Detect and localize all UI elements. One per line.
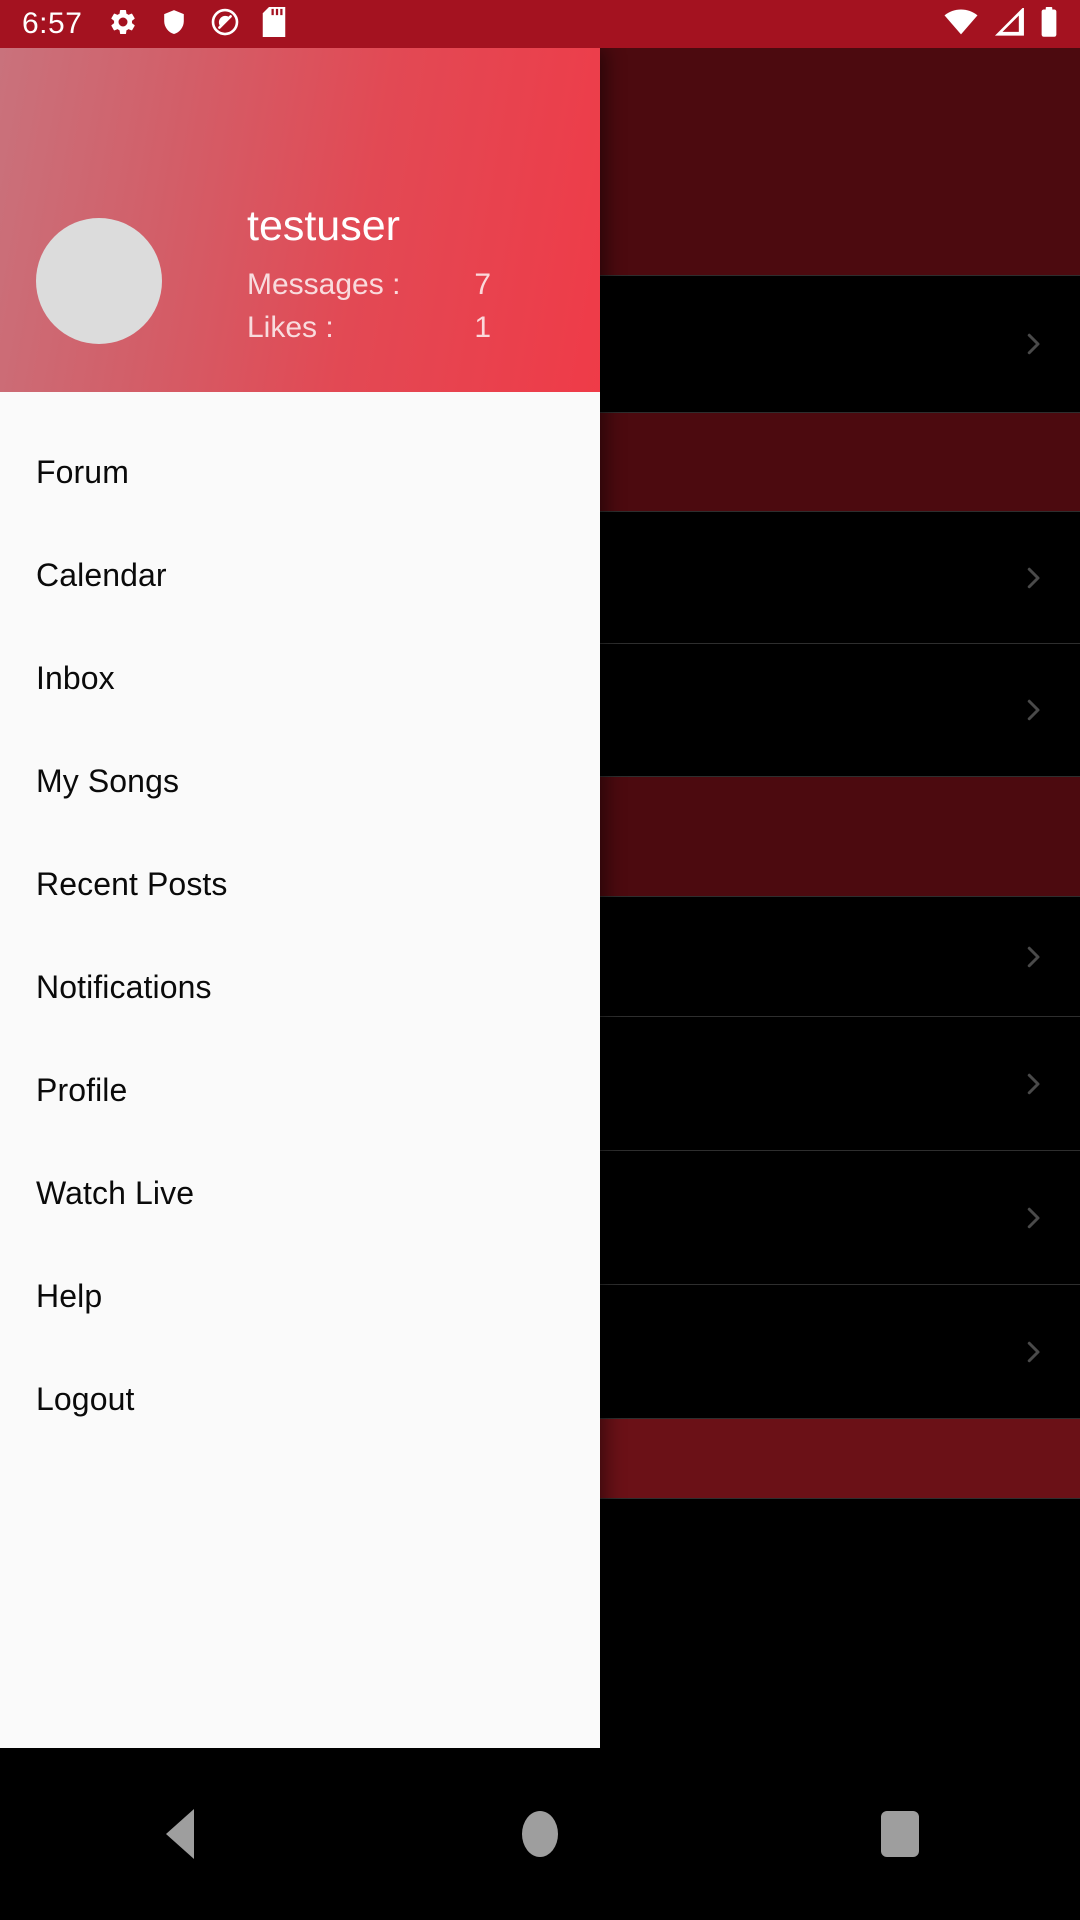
drawer-menu-item-label: My Songs bbox=[36, 762, 180, 799]
status-clock: 6:57 bbox=[22, 7, 83, 40]
phone-screen: 6:57 testuser Messages: 7 Likes: 1 For… bbox=[0, 0, 1080, 1920]
cellular-signal-icon bbox=[994, 6, 1024, 41]
drawer-menu-item-label: Notifications bbox=[36, 968, 212, 1005]
shield-icon bbox=[160, 7, 188, 42]
back-button[interactable] bbox=[95, 1784, 265, 1884]
likes-value: 1 bbox=[474, 310, 491, 344]
drawer-menu-item-logout[interactable]: Logout bbox=[0, 1347, 600, 1450]
drawer-menu-item-recent-posts[interactable]: Recent Posts bbox=[0, 832, 600, 935]
drawer-menu-item-help[interactable]: Help bbox=[0, 1244, 600, 1347]
drawer-menu-item-label: Inbox bbox=[36, 659, 115, 696]
home-circle-icon bbox=[522, 1811, 558, 1857]
status-bar-left-icons bbox=[108, 6, 286, 42]
status-bar-right-icons bbox=[944, 6, 1058, 42]
drawer-menu-item-label: Watch Live bbox=[36, 1174, 195, 1211]
system-navigation-bar bbox=[0, 1748, 1080, 1920]
battery-icon bbox=[1040, 6, 1058, 42]
drawer-menu-item-label: Help bbox=[36, 1277, 103, 1314]
drawer-menu-list: Forum Calendar Inbox My Songs Recent Posts No… bbox=[0, 392, 600, 1748]
messages-value: 7 bbox=[474, 268, 491, 302]
home-button[interactable] bbox=[455, 1784, 625, 1884]
drawer-menu-item-label: Recent Posts bbox=[36, 865, 228, 902]
profile-stats: Messages : 7 Likes : 1 bbox=[247, 264, 577, 349]
wifi-icon bbox=[944, 8, 978, 41]
drawer-menu-item-profile[interactable]: Profile bbox=[0, 1038, 600, 1141]
profile-info: testuser Messages : 7 Likes : 1 bbox=[247, 202, 577, 349]
stat-row-likes: Likes : 1 bbox=[247, 307, 577, 350]
drawer-menu-item-label: Forum bbox=[36, 453, 129, 490]
drawer-menu-item-label: Logout bbox=[36, 1380, 135, 1417]
navigation-drawer[interactable]: testuser Messages : 7 Likes : 1 Forum Cal… bbox=[0, 48, 600, 1748]
drawer-menu-item-label: Calendar bbox=[36, 556, 167, 593]
status-bar: 6:57 bbox=[0, 0, 1080, 48]
avatar[interactable] bbox=[36, 218, 162, 344]
drawer-menu-item-my-songs[interactable]: My Songs bbox=[0, 729, 600, 832]
drawer-menu-item-watch-live[interactable]: Watch Live bbox=[0, 1141, 600, 1244]
privacy-lock-icon bbox=[210, 7, 240, 42]
stat-row-messages: Messages : 7 bbox=[247, 264, 577, 307]
drawer-menu-item-inbox[interactable]: Inbox bbox=[0, 626, 600, 729]
likes-label: Likes : bbox=[247, 310, 334, 344]
recents-button[interactable] bbox=[815, 1784, 985, 1884]
drawer-menu-item-label: Profile bbox=[36, 1071, 128, 1108]
recents-square-icon bbox=[881, 1811, 919, 1857]
back-triangle-icon bbox=[166, 1809, 194, 1859]
drawer-menu-item-notifications[interactable]: Notifications bbox=[0, 935, 600, 1038]
sd-card-icon bbox=[262, 6, 286, 42]
messages-label: Messages : bbox=[247, 268, 401, 302]
drawer-menu-item-forum[interactable]: Forum bbox=[0, 420, 600, 523]
username-label: testuser bbox=[247, 202, 400, 250]
gear-icon bbox=[108, 7, 138, 42]
drawer-header: testuser Messages : 7 Likes : 1 bbox=[0, 48, 600, 392]
drawer-menu-item-calendar[interactable]: Calendar bbox=[0, 523, 600, 626]
